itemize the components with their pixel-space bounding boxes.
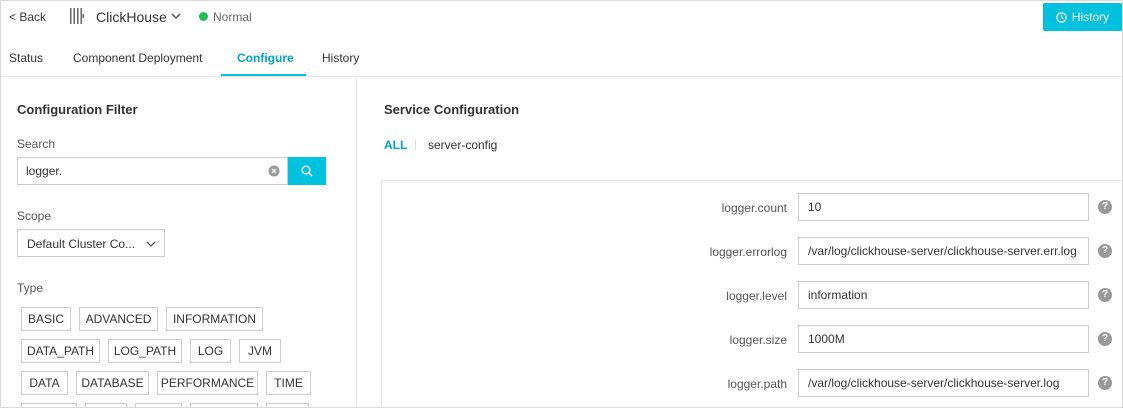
type-tag[interactable] <box>190 403 258 407</box>
config-items-box: logger.count ? logger.errorlog ? logger.… <box>381 180 1122 407</box>
tab-status[interactable]: Status <box>9 51 43 65</box>
tab-bar: Status Component Deployment Configure Hi… <box>1 39 1122 77</box>
config-value-input[interactable] <box>798 281 1089 309</box>
filter-title: Configuration Filter <box>17 102 138 117</box>
status-text: Normal <box>213 10 252 24</box>
question-icon[interactable]: ? <box>1098 288 1112 302</box>
scope-select[interactable]: Default Cluster Co... <box>17 229 165 257</box>
config-value-input[interactable] <box>798 237 1089 265</box>
tab-configure[interactable]: Configure <box>237 51 294 65</box>
search-button[interactable] <box>288 157 326 185</box>
config-key: logger.errorlog <box>709 245 787 259</box>
type-tag-log-path[interactable]: LOG_PATH <box>108 339 182 363</box>
type-tag[interactable] <box>266 403 309 407</box>
type-tag-data-path[interactable]: DATA_PATH <box>21 339 100 363</box>
tab-component-deployment[interactable]: Component Deployment <box>73 51 202 65</box>
question-icon[interactable]: ? <box>1098 244 1112 258</box>
chevron-down-icon[interactable] <box>171 11 181 21</box>
filter-divider <box>415 140 416 150</box>
scope-select-value: Default Cluster Co... <box>27 237 136 251</box>
service-configuration-panel: Service Configuration ALL server-config … <box>358 78 1122 407</box>
config-key: logger.level <box>726 289 787 303</box>
question-icon[interactable]: ? <box>1098 200 1112 214</box>
type-tag-advanced[interactable]: ADVANCED <box>79 307 158 331</box>
app-window: < Back ClickHouse Normal History Status … <box>0 0 1123 408</box>
status-dot <box>199 12 208 21</box>
config-key: logger.path <box>727 377 787 391</box>
history-button-label: History <box>1071 10 1110 24</box>
chevron-down-icon <box>146 241 156 247</box>
type-tag[interactable] <box>21 403 77 407</box>
config-value-input[interactable] <box>798 369 1089 397</box>
back-link[interactable]: < Back <box>9 10 46 24</box>
type-tag-information[interactable]: INFORMATION <box>166 307 263 331</box>
type-tag-jvm[interactable]: JVM <box>239 339 281 363</box>
type-tag-time[interactable]: TIME <box>266 371 311 395</box>
config-key: logger.count <box>721 201 787 215</box>
type-tag-performance[interactable]: PERFORMANCE <box>157 371 258 395</box>
type-tag[interactable] <box>85 403 127 407</box>
clear-icon[interactable] <box>268 165 280 177</box>
clock-icon <box>1056 11 1067 23</box>
config-value-input[interactable] <box>798 193 1089 221</box>
scope-label: Scope <box>17 209 52 223</box>
filter-server-config-link[interactable]: server-config <box>428 138 497 152</box>
search-label: Search <box>17 137 56 151</box>
filter-all-link[interactable]: ALL <box>384 138 407 152</box>
search-input[interactable] <box>18 158 268 184</box>
active-tab-indicator <box>221 74 306 76</box>
type-tag-database[interactable]: DATABASE <box>76 371 149 395</box>
question-icon[interactable]: ? <box>1098 332 1112 346</box>
top-bar: < Back ClickHouse Normal History <box>1 1 1122 37</box>
history-button[interactable]: History <box>1043 3 1122 31</box>
type-tag-log[interactable]: LOG <box>190 339 231 363</box>
service-name[interactable]: ClickHouse <box>96 9 167 25</box>
type-label: Type <box>17 281 44 295</box>
type-tag-basic[interactable]: BASIC <box>21 307 71 331</box>
configuration-filter-panel: Configuration Filter Search Scope Defaul… <box>1 78 357 407</box>
service-configuration-title: Service Configuration <box>384 102 520 117</box>
type-tag[interactable] <box>135 403 182 407</box>
clickhouse-bars-icon <box>70 8 84 24</box>
config-value-input[interactable] <box>798 325 1089 353</box>
question-icon[interactable]: ? <box>1098 376 1112 390</box>
type-tag-data[interactable]: DATA <box>21 371 68 395</box>
config-key: logger.size <box>729 333 787 347</box>
tab-history[interactable]: History <box>322 51 359 65</box>
search-icon <box>301 165 313 177</box>
search-field <box>17 157 288 185</box>
